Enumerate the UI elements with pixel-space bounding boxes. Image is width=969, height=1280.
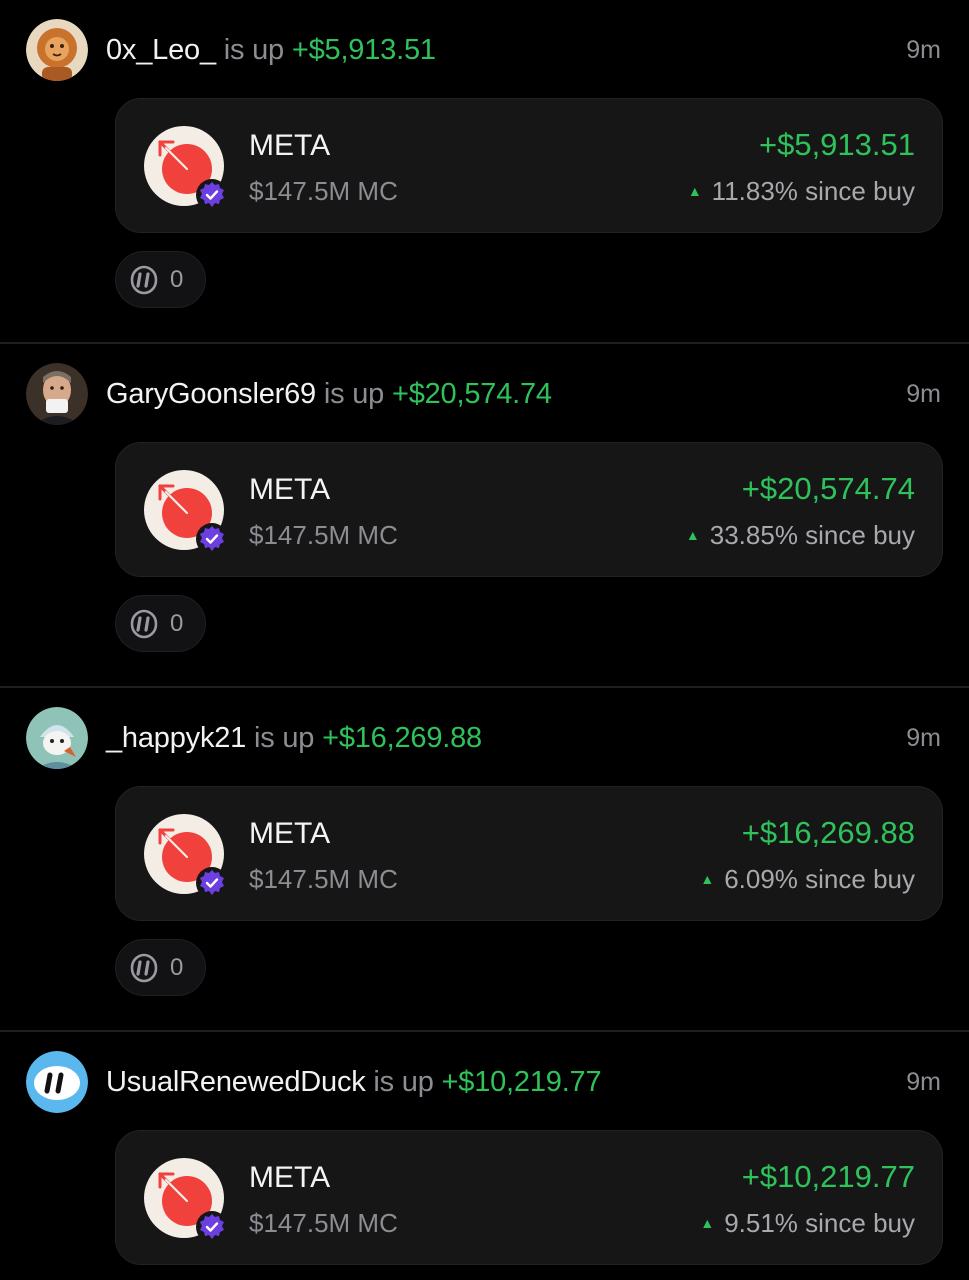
feed-post[interactable]: 0x_Leo_ is up +$5,913.51 9m META $147.5M…	[0, 0, 969, 344]
profit-amount: +$20,574.74	[741, 471, 915, 506]
post-headline: UsualRenewedDuck is up +$10,219.77	[106, 1062, 602, 1102]
cartoon-avatar-icon	[26, 707, 88, 769]
change-text: 33.85% since buy	[709, 520, 915, 550]
post-timestamp: 9m	[906, 724, 941, 752]
username[interactable]: UsualRenewedDuck	[106, 1066, 366, 1098]
change-text: 11.83% since buy	[711, 176, 915, 206]
change-since-buy: ▲ 9.51% since buy	[700, 1205, 915, 1241]
headline-verb: is up	[365, 1066, 442, 1098]
username[interactable]: 0x_Leo_	[106, 34, 216, 66]
token-card[interactable]: META $147.5M MC +$10,219.77 ▲ 9.51% since…	[115, 1130, 943, 1265]
username[interactable]: _happyk21	[106, 722, 246, 754]
user-avatar[interactable]	[26, 1051, 88, 1113]
up-triangle-icon: ▲	[685, 527, 700, 543]
change-text: 9.51% since buy	[724, 1208, 915, 1238]
reaction-count: 0	[170, 266, 184, 293]
token-card[interactable]: META $147.5M MC +$16,269.88 ▲ 6.09% since…	[115, 786, 943, 921]
profit-amount: +$16,269.88	[741, 815, 915, 850]
verified-badge-icon	[196, 179, 228, 211]
up-triangle-icon: ▲	[700, 1215, 715, 1231]
post-headline: 0x_Leo_ is up +$5,913.51	[106, 30, 436, 70]
change-since-buy: ▲ 6.09% since buy	[700, 861, 915, 897]
headline-amount: +$5,913.51	[291, 34, 436, 66]
verified-badge-icon	[196, 1211, 228, 1243]
reaction-icon	[127, 608, 161, 640]
user-avatar[interactable]	[26, 19, 88, 81]
reaction-button[interactable]: 0	[115, 939, 206, 996]
market-cap: $147.5M MC	[249, 1208, 398, 1238]
change-since-buy: ▲ 11.83% since buy	[688, 173, 915, 209]
activity-feed: 0x_Leo_ is up +$5,913.51 9m META $147.5M…	[0, 0, 969, 1280]
feed-post[interactable]: _happyk21 is up +$16,269.88 9m META $147…	[0, 688, 969, 1032]
user-avatar[interactable]	[26, 363, 88, 425]
token-ticker: META	[249, 817, 331, 850]
headline-amount: +$10,219.77	[441, 1066, 602, 1098]
headline-verb: is up	[246, 722, 323, 754]
verified-badge-icon	[196, 523, 228, 555]
post-timestamp: 9m	[906, 1068, 941, 1096]
token-card[interactable]: META $147.5M MC +$20,574.74 ▲ 33.85% sinc…	[115, 442, 943, 577]
feed-post[interactable]: UsualRenewedDuck is up +$10,219.77 9m ME…	[0, 1032, 969, 1280]
post-timestamp: 9m	[906, 380, 941, 408]
username[interactable]: GaryGoonsler69	[106, 378, 316, 410]
profit-amount: +$10,219.77	[741, 1159, 915, 1194]
change-since-buy: ▲ 33.85% since buy	[686, 517, 915, 553]
reaction-icon	[127, 264, 161, 296]
headline-amount: +$16,269.88	[322, 722, 482, 754]
verified-badge-icon	[196, 867, 228, 899]
post-headline: GaryGoonsler69 is up +$20,574.74	[106, 374, 552, 414]
reaction-icon	[127, 952, 161, 984]
up-triangle-icon: ▲	[700, 871, 715, 887]
up-triangle-icon: ▲	[687, 183, 702, 199]
reaction-count: 0	[170, 954, 184, 981]
profit-amount: +$5,913.51	[758, 127, 915, 162]
token-ticker: META	[249, 129, 331, 162]
person-avatar-icon	[26, 363, 88, 425]
app-logo-avatar-icon	[26, 1051, 88, 1113]
user-avatar[interactable]	[26, 707, 88, 769]
reaction-count: 0	[170, 610, 184, 637]
lion-avatar-icon	[26, 19, 88, 81]
token-ticker: META	[249, 473, 331, 506]
market-cap: $147.5M MC	[249, 176, 398, 206]
reaction-button[interactable]: 0	[115, 595, 206, 652]
headline-amount: +$20,574.74	[391, 378, 552, 410]
post-timestamp: 9m	[906, 36, 941, 64]
post-headline: _happyk21 is up +$16,269.88	[106, 718, 482, 758]
token-ticker: META	[249, 1161, 331, 1194]
reaction-button[interactable]: 0	[115, 251, 206, 308]
market-cap: $147.5M MC	[249, 520, 398, 550]
headline-verb: is up	[215, 34, 292, 66]
change-text: 6.09% since buy	[724, 864, 915, 894]
market-cap: $147.5M MC	[249, 864, 398, 894]
headline-verb: is up	[315, 378, 392, 410]
feed-post[interactable]: GaryGoonsler69 is up +$20,574.74 9m META…	[0, 344, 969, 688]
token-card[interactable]: META $147.5M MC +$5,913.51 ▲ 11.83% since…	[115, 98, 943, 233]
